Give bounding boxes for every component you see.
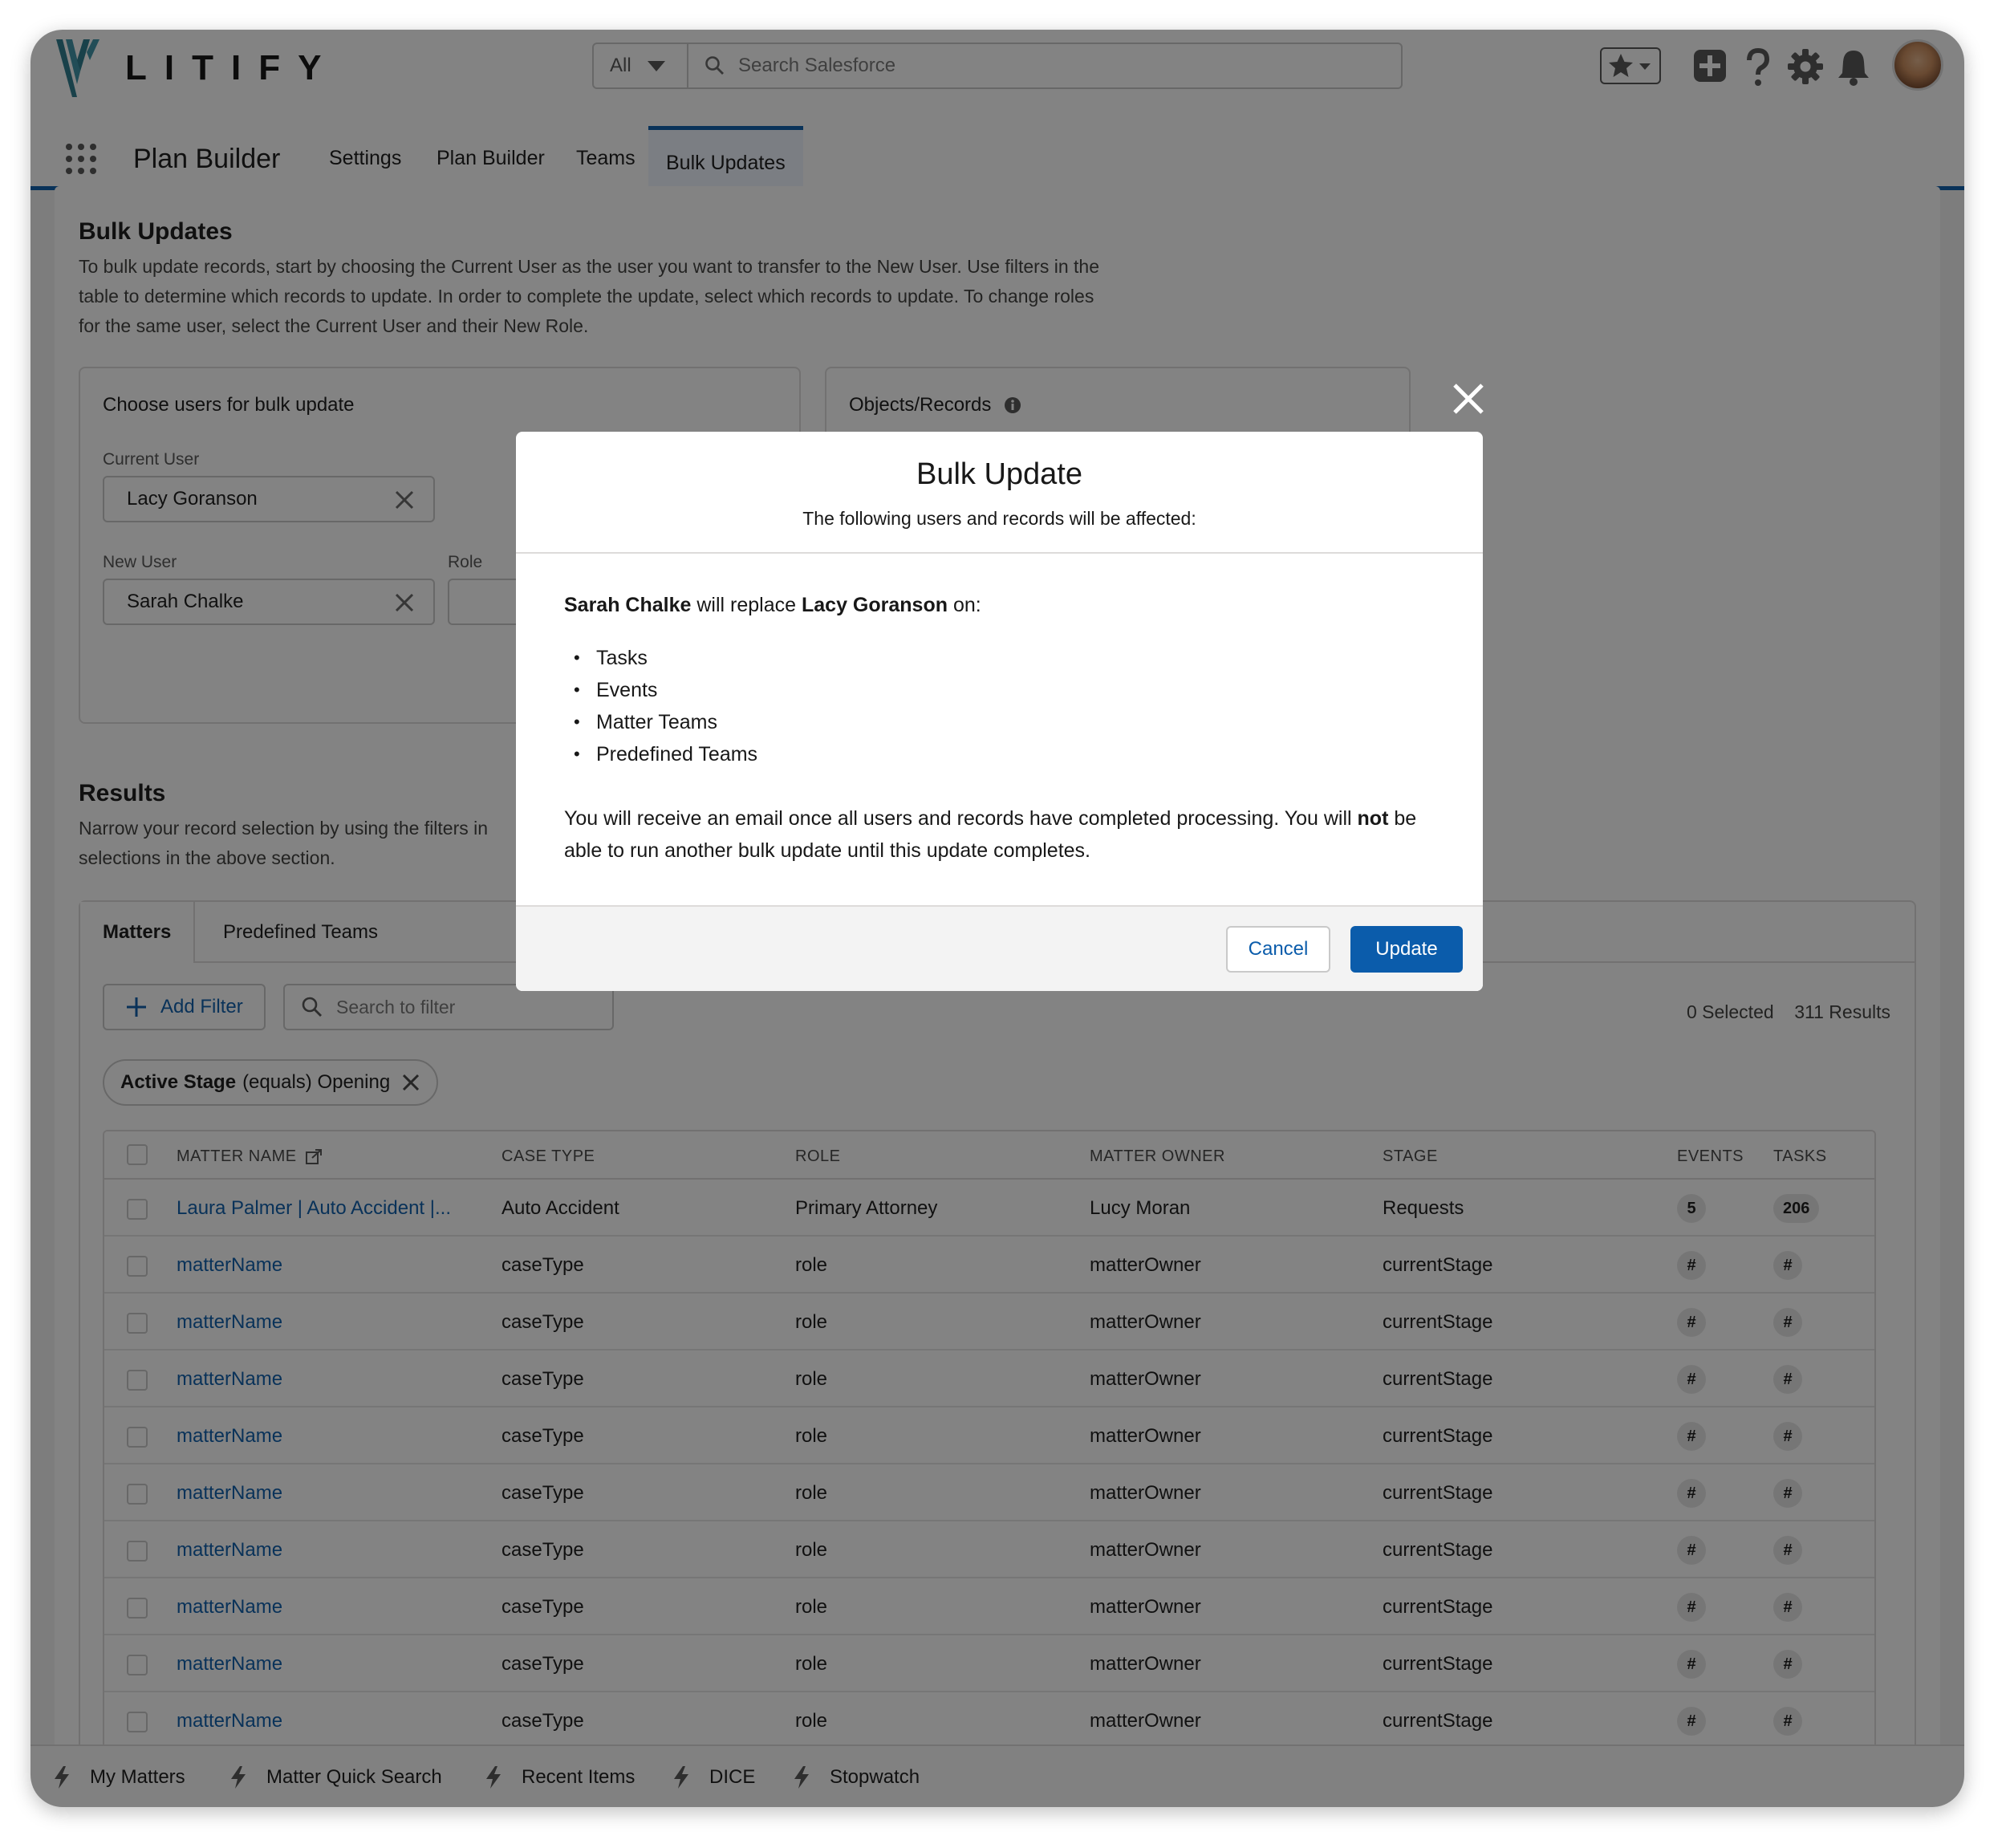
bulk-update-modal: Bulk Update The following users and reco…	[516, 432, 1483, 991]
modal-header: Bulk Update The following users and reco…	[516, 432, 1483, 554]
notice-emphasis: not	[1357, 807, 1389, 830]
update-button[interactable]: Update	[1350, 926, 1463, 973]
close-icon	[1453, 384, 1484, 414]
list-item: Matter Teams	[574, 706, 757, 738]
modal-footer: Cancel Update	[516, 905, 1483, 991]
list-item: Events	[574, 674, 757, 706]
new-user-name: Sarah Chalke	[564, 594, 692, 616]
app-window: LITIFY All Search Salesforce	[30, 30, 1964, 1807]
on-text: on:	[952, 594, 981, 616]
modal-title: Bulk Update	[916, 457, 1082, 491]
current-user-name: Lacy Goranson	[802, 594, 948, 616]
cancel-button[interactable]: Cancel	[1226, 926, 1330, 973]
modal-subtitle: The following users and records will be …	[802, 508, 1196, 529]
modal-close-button[interactable]	[1446, 376, 1491, 421]
notice-part-1: You will receive an email once all users…	[564, 807, 1352, 830]
replace-summary: Sarah Chalke will replace Lacy Goranson …	[564, 594, 981, 617]
affected-list: Tasks Events Matter Teams Predefined Tea…	[574, 642, 757, 770]
list-item: Tasks	[574, 642, 757, 674]
replace-text: will replace	[696, 594, 797, 616]
processing-notice: You will receive an email once all users…	[564, 802, 1439, 867]
list-item: Predefined Teams	[574, 738, 757, 770]
